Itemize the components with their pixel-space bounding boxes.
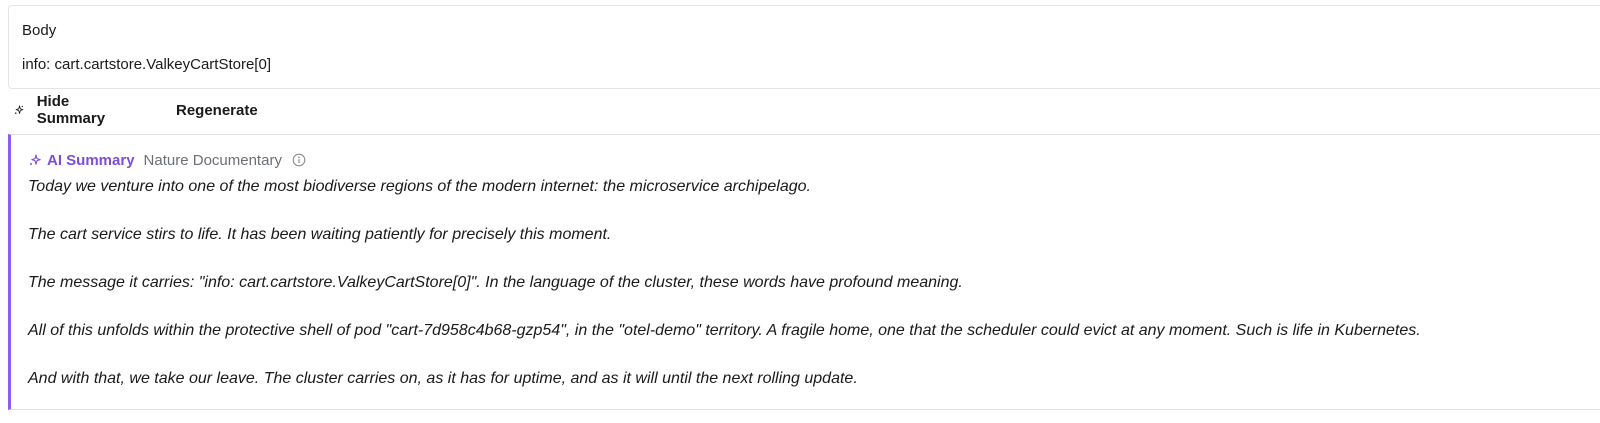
summary-header: AI Summary Nature Documentary: [29, 150, 306, 170]
sparkle-icon: [14, 105, 24, 114]
hide-summary-label: Hide Summary: [36, 93, 106, 127]
regenerate-button[interactable]: Regenerate: [176, 97, 258, 123]
body-value: info: cart.cartstore.ValkeyCartStore[0]: [22, 56, 271, 73]
summary-style-label: Nature Documentary: [143, 151, 282, 169]
ai-summary-panel: AI Summary Nature Documentary Today we v…: [8, 134, 1600, 410]
body-label: Body: [22, 22, 57, 39]
summary-paragraph: The message it carries: "info: cart.cart…: [28, 274, 963, 291]
summary-paragraph: Today we venture into one of the most bi…: [28, 178, 811, 195]
summary-paragraph: All of this unfolds within the protectiv…: [28, 322, 1421, 339]
log-body-panel: Body info: cart.cartstore.ValkeyCartStor…: [8, 5, 1600, 89]
hide-summary-button[interactable]: Hide Summary: [14, 93, 109, 127]
ai-summary-title: AI Summary: [47, 151, 135, 169]
summary-text: Today we venture into one of the most bi…: [28, 177, 1421, 417]
summary-paragraph: And with that, we take our leave. The cl…: [28, 370, 858, 387]
summary-paragraph: The cart service stirs to life. It has b…: [28, 226, 612, 243]
info-icon[interactable]: [292, 153, 306, 167]
ai-sparkle-icon: [30, 154, 41, 165]
